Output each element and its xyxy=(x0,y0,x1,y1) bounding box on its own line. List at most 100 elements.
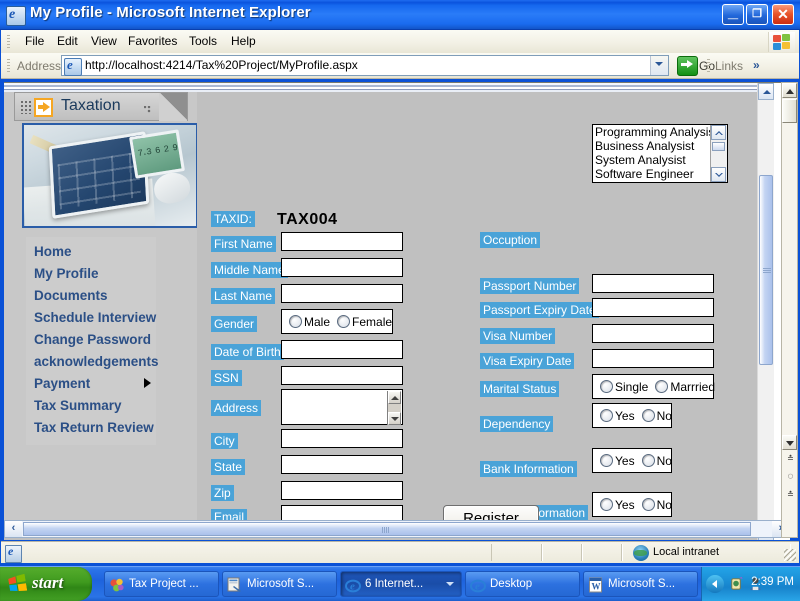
window-vertical-scrollbar[interactable]: ≛ ◌ ≛ xyxy=(781,82,798,538)
input-first-name[interactable] xyxy=(281,232,403,251)
sidebar-item-tax-summary[interactable]: Tax Summary xyxy=(26,395,156,417)
radio-label: Female xyxy=(352,314,393,329)
radio-vehicle-yes[interactable]: Yes xyxy=(600,498,635,512)
input-passport-expiry-date[interactable] xyxy=(592,298,714,317)
scroll-down-button[interactable] xyxy=(388,412,401,425)
menu-item-tools[interactable]: Tools xyxy=(183,33,223,50)
menu-grip[interactable] xyxy=(7,35,10,49)
scroll-up-button[interactable] xyxy=(388,391,401,404)
links-grip[interactable] xyxy=(707,59,710,73)
sidebar-item-schedule-interview[interactable]: Schedule Interview xyxy=(26,307,156,329)
security-zone-label: Local intranet xyxy=(653,546,720,558)
scroll-top-icon[interactable]: ≛ xyxy=(786,455,795,463)
input-middle-name[interactable] xyxy=(281,258,403,277)
input-ssn[interactable] xyxy=(281,366,403,385)
input-state[interactable] xyxy=(281,455,403,474)
radio-dependency-no[interactable]: No xyxy=(641,408,672,423)
radio-bank-yes[interactable]: Yes xyxy=(600,454,635,468)
go-arrow-icon xyxy=(677,56,698,76)
sidebar-item-tax-return-review[interactable]: Tax Return Review xyxy=(26,417,156,439)
tray-expand-button[interactable] xyxy=(706,575,724,593)
volume-icon[interactable] xyxy=(729,576,744,591)
scroll-bottom-icon[interactable]: ≛ xyxy=(786,491,795,499)
page-scroll-up-button[interactable] xyxy=(758,83,774,100)
input-date-of-birth[interactable] xyxy=(281,340,403,359)
scroll-handle-icon[interactable]: ◌ xyxy=(786,472,795,482)
radio-gender-male[interactable]: Male xyxy=(289,315,330,329)
listbox-scroll-down-button[interactable] xyxy=(711,167,726,182)
listbox-scroll-thumb[interactable] xyxy=(712,142,725,151)
sidebar-item-documents[interactable]: Documents xyxy=(26,285,156,307)
input-city[interactable] xyxy=(281,429,403,448)
resize-grip-icon[interactable] xyxy=(784,549,796,561)
calculator-digits: 7.3 6 2 9 xyxy=(136,142,178,159)
clock[interactable]: 2:39 PM xyxy=(751,576,794,588)
address-grip[interactable] xyxy=(7,59,10,73)
input-passport-number[interactable] xyxy=(592,274,714,293)
status-segment xyxy=(491,544,543,561)
radio-marital-married[interactable]: Marrried xyxy=(655,380,715,394)
listbox-option[interactable]: Software Engineer xyxy=(593,167,727,181)
menu-item-help[interactable]: Help xyxy=(225,33,262,50)
minimize-button[interactable]: _ xyxy=(722,2,744,25)
radio-bank-no[interactable]: No xyxy=(641,454,672,468)
taskbar-button-microsoft-s-1[interactable]: Microsoft S... xyxy=(222,571,337,597)
listbox-option[interactable]: System Analysist xyxy=(593,153,727,167)
hscroll-left-button[interactable]: ‹ xyxy=(5,521,22,537)
taskbar-button-microsoft-s-2[interactable]: W Microsoft S... xyxy=(583,571,698,597)
listbox-scroll-up-button[interactable] xyxy=(711,125,726,140)
label-first-name: First Name xyxy=(211,236,276,252)
label-marital-status: Marital Status xyxy=(480,381,560,397)
listbox-option[interactable]: Programming Analysist xyxy=(593,125,727,139)
radio-gender-female[interactable]: Female xyxy=(337,315,392,329)
hscroll-thumb[interactable] xyxy=(23,522,751,536)
mini-dots-icon xyxy=(144,106,153,114)
ie-icon: e xyxy=(470,579,486,593)
input-visa-number[interactable] xyxy=(592,324,714,343)
sidebar-item-payment[interactable]: Payment xyxy=(26,373,156,395)
address-input[interactable]: e http://localhost:4214/Tax%20Project/My… xyxy=(61,55,669,76)
input-visa-expiry-date[interactable] xyxy=(592,349,714,368)
address-textarea-scrollbar[interactable] xyxy=(387,391,401,425)
sidebar-item-change-password[interactable]: Change Password xyxy=(26,329,156,351)
taskbar-button-internet-group[interactable]: e 6 Internet... xyxy=(340,571,462,597)
menu-item-file[interactable]: File xyxy=(19,33,50,50)
sidebar-item-my-profile[interactable]: My Profile xyxy=(26,263,156,285)
taskbar-button-tax-project[interactable]: Tax Project ... xyxy=(104,571,219,597)
page-vertical-scrollbar[interactable] xyxy=(757,83,774,540)
radio-group-gender: Male Female xyxy=(281,309,393,334)
page-scroll-thumb[interactable] xyxy=(759,175,773,365)
radio-vehicle-no[interactable]: No xyxy=(641,498,672,512)
input-address[interactable] xyxy=(281,389,403,425)
radio-group-bank-information: Yes No xyxy=(592,448,672,473)
listbox-occupation[interactable]: Programming Analysist Business Analysist… xyxy=(592,124,728,183)
taskbar-button-label: Tax Project ... xyxy=(129,578,199,590)
sidebar-item-home[interactable]: Home xyxy=(26,241,156,263)
links-label[interactable]: Links xyxy=(715,59,743,73)
maximize-button[interactable]: ❐ xyxy=(746,4,768,25)
radio-dependency-yes[interactable]: Yes xyxy=(600,409,635,423)
menu-item-favorites[interactable]: Favorites xyxy=(122,33,183,50)
label-date-of-birth: Date of Birth xyxy=(211,344,284,360)
start-button[interactable]: start xyxy=(0,567,92,601)
input-zip[interactable] xyxy=(281,481,403,500)
address-label: Address xyxy=(17,59,62,73)
window-horizontal-scrollbar[interactable]: ‹ › xyxy=(4,520,790,538)
window-scroll-thumb[interactable] xyxy=(782,99,797,123)
input-last-name[interactable] xyxy=(281,284,403,303)
window-scroll-down-button[interactable] xyxy=(782,435,797,450)
listbox-option[interactable]: Business Analysist xyxy=(593,139,727,153)
radio-marital-single[interactable]: Single xyxy=(600,380,648,394)
label-occupation: Occuption xyxy=(480,232,541,248)
listbox-scrollbar[interactable] xyxy=(710,125,727,182)
window-scroll-up-button[interactable] xyxy=(782,83,797,98)
radio-label: No xyxy=(656,408,672,423)
address-dropdown-button[interactable] xyxy=(650,56,668,75)
close-button[interactable]: ✕ xyxy=(772,4,794,25)
menu-item-view[interactable]: View xyxy=(85,33,123,50)
chevron-down-icon[interactable] xyxy=(446,582,454,586)
menu-item-edit[interactable]: Edit xyxy=(51,33,84,50)
links-overflow-icon[interactable]: » xyxy=(753,58,760,72)
sidebar-item-acknowledgements[interactable]: acknowledgements xyxy=(26,351,159,373)
taskbar-button-desktop[interactable]: e Desktop xyxy=(465,571,580,597)
